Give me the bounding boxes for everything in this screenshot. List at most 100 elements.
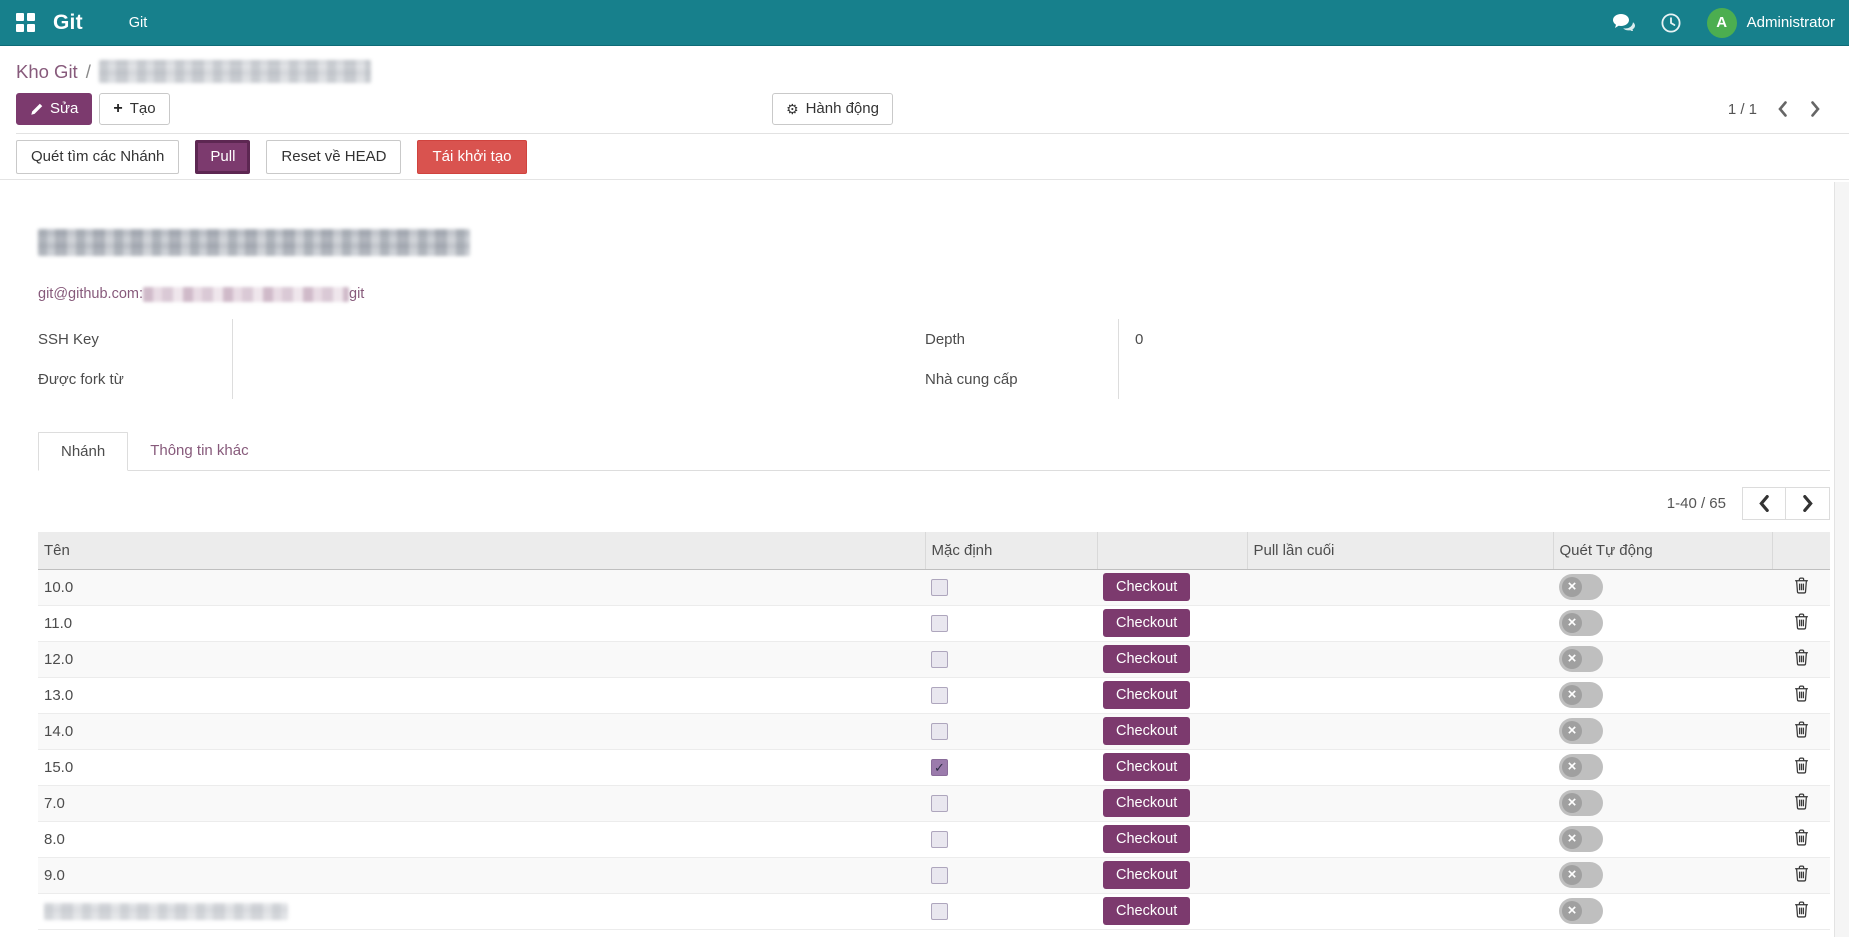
field-value-provider[interactable] xyxy=(1135,359,1478,399)
avatar: A xyxy=(1707,8,1737,38)
checkout-button[interactable]: Checkout xyxy=(1103,789,1190,817)
default-checkbox[interactable] xyxy=(931,651,948,668)
auto-scan-toggle[interactable]: × xyxy=(1559,754,1603,780)
pull-button[interactable]: Pull xyxy=(195,140,250,174)
toggle-off-icon: × xyxy=(1562,577,1582,597)
default-checkbox[interactable] xyxy=(931,579,948,596)
default-checkbox[interactable] xyxy=(931,831,948,848)
checkout-button[interactable]: Checkout xyxy=(1103,573,1190,601)
delete-row-button[interactable] xyxy=(1790,827,1813,851)
activities-button[interactable] xyxy=(1661,13,1681,33)
gear-icon: ⚙ xyxy=(786,102,799,116)
auto-scan-toggle[interactable]: × xyxy=(1559,646,1603,672)
edit-button[interactable]: Sửa xyxy=(16,93,92,126)
toggle-off-icon: × xyxy=(1562,757,1582,777)
checkout-button[interactable]: Checkout xyxy=(1103,753,1190,781)
default-checkbox[interactable] xyxy=(931,903,948,920)
delete-row-button[interactable] xyxy=(1790,647,1813,671)
last-pull-cell xyxy=(1247,713,1553,749)
apps-grid-icon[interactable] xyxy=(16,13,35,32)
branch-name: 14.0 xyxy=(38,713,925,749)
record-pager-count: 1 / 1 xyxy=(1728,101,1757,118)
branches-table: Tên Mặc định Pull lần cuối Quét Tự động … xyxy=(38,532,1830,930)
auto-scan-toggle[interactable]: × xyxy=(1559,682,1603,708)
pager-previous-button[interactable] xyxy=(1775,99,1790,119)
reset-head-button[interactable]: Reset về HEAD xyxy=(266,140,401,174)
branches-pager-next-button[interactable] xyxy=(1786,487,1830,520)
branch-row[interactable]: 9.0 Checkout × xyxy=(38,857,1830,893)
action-menu-button[interactable]: ⚙ Hành động xyxy=(772,93,893,126)
delete-row-button[interactable] xyxy=(1790,863,1813,887)
default-checkbox[interactable] xyxy=(931,723,948,740)
field-value-forked-from[interactable] xyxy=(249,359,925,399)
auto-scan-toggle[interactable]: × xyxy=(1559,862,1603,888)
tab-other-info[interactable]: Thông tin khác xyxy=(128,432,270,470)
branch-row[interactable]: 7.0 Checkout × xyxy=(38,785,1830,821)
delete-row-button[interactable] xyxy=(1790,683,1813,707)
record-pager: 1 / 1 xyxy=(1728,99,1823,119)
branch-row[interactable]: 15.0 ✓ Checkout × xyxy=(38,749,1830,785)
checkout-button[interactable]: Checkout xyxy=(1103,609,1190,637)
delete-row-button[interactable] xyxy=(1790,791,1813,815)
branch-row[interactable]: 12.0 Checkout × xyxy=(38,641,1830,677)
scan-branches-button[interactable]: Quét tìm các Nhánh xyxy=(16,140,179,174)
default-checkbox[interactable] xyxy=(931,615,948,632)
username: Administrator xyxy=(1747,14,1835,31)
branch-name: 12.0 xyxy=(38,641,925,677)
checkout-button[interactable]: Checkout xyxy=(1103,681,1190,709)
last-pull-cell xyxy=(1247,893,1553,929)
app-brand[interactable]: Git xyxy=(53,11,83,35)
default-checkbox[interactable] xyxy=(931,867,948,884)
auto-scan-toggle[interactable]: × xyxy=(1559,826,1603,852)
delete-row-button[interactable] xyxy=(1790,899,1813,923)
default-checkbox[interactable] xyxy=(931,795,948,812)
repo-url-suffix[interactable]: git xyxy=(349,286,364,302)
checkout-button[interactable]: Checkout xyxy=(1103,825,1190,853)
branch-name xyxy=(38,893,925,929)
form-action-bar: Quét tìm các Nhánh Pull Reset về HEAD Tá… xyxy=(0,134,1849,180)
vertical-scrollbar[interactable] xyxy=(1834,182,1849,937)
checkout-button[interactable]: Checkout xyxy=(1103,645,1190,673)
delete-row-button[interactable] xyxy=(1790,611,1813,635)
delete-row-button[interactable] xyxy=(1790,575,1813,599)
default-checkbox[interactable] xyxy=(931,687,948,704)
auto-scan-toggle[interactable]: × xyxy=(1559,898,1603,924)
checkout-button[interactable]: Checkout xyxy=(1103,861,1190,889)
column-header-name[interactable]: Tên xyxy=(38,532,925,569)
nav-menu-git[interactable]: Git xyxy=(129,15,148,31)
column-header-auto-scan[interactable]: Quét Tự động xyxy=(1553,532,1772,569)
create-button[interactable]: + Tạo xyxy=(99,93,169,126)
auto-scan-toggle[interactable]: × xyxy=(1559,790,1603,816)
column-header-last-pull[interactable]: Pull lần cuối xyxy=(1247,532,1553,569)
breadcrumb-root-link[interactable]: Kho Git xyxy=(16,61,78,83)
branch-row[interactable]: 8.0 Checkout × xyxy=(38,821,1830,857)
branch-row[interactable]: 11.0 Checkout × xyxy=(38,605,1830,641)
field-value-depth[interactable]: 0 xyxy=(1135,319,1478,359)
delete-row-button[interactable] xyxy=(1790,719,1813,743)
messages-button[interactable] xyxy=(1613,14,1635,31)
auto-scan-toggle[interactable]: × xyxy=(1559,574,1603,600)
checkout-button[interactable]: Checkout xyxy=(1103,897,1190,925)
tab-branches[interactable]: Nhánh xyxy=(38,432,128,471)
field-label-ssh-key: SSH Key xyxy=(38,319,232,359)
trash-icon xyxy=(1794,613,1809,630)
branch-row[interactable]: 14.0 Checkout × xyxy=(38,713,1830,749)
pager-next-button[interactable] xyxy=(1808,99,1823,119)
branch-row[interactable]: Checkout × xyxy=(38,893,1830,929)
column-header-default[interactable]: Mặc định xyxy=(925,532,1097,569)
branch-row[interactable]: 10.0 Checkout × xyxy=(38,569,1830,605)
toggle-off-icon: × xyxy=(1562,793,1582,813)
checkout-button[interactable]: Checkout xyxy=(1103,717,1190,745)
repo-url-prefix[interactable]: git@github.com: xyxy=(38,286,143,302)
branches-pager-previous-button[interactable] xyxy=(1742,487,1786,520)
reinitialize-button[interactable]: Tái khởi tạo xyxy=(417,140,526,174)
chevron-left-icon xyxy=(1758,495,1770,512)
user-menu[interactable]: A Administrator xyxy=(1707,8,1835,38)
delete-row-button[interactable] xyxy=(1790,755,1813,779)
clock-icon xyxy=(1661,13,1681,33)
auto-scan-toggle[interactable]: × xyxy=(1559,718,1603,744)
default-checkbox[interactable]: ✓ xyxy=(931,759,948,776)
branch-row[interactable]: 13.0 Checkout × xyxy=(38,677,1830,713)
field-value-ssh-key[interactable] xyxy=(249,319,925,359)
auto-scan-toggle[interactable]: × xyxy=(1559,610,1603,636)
